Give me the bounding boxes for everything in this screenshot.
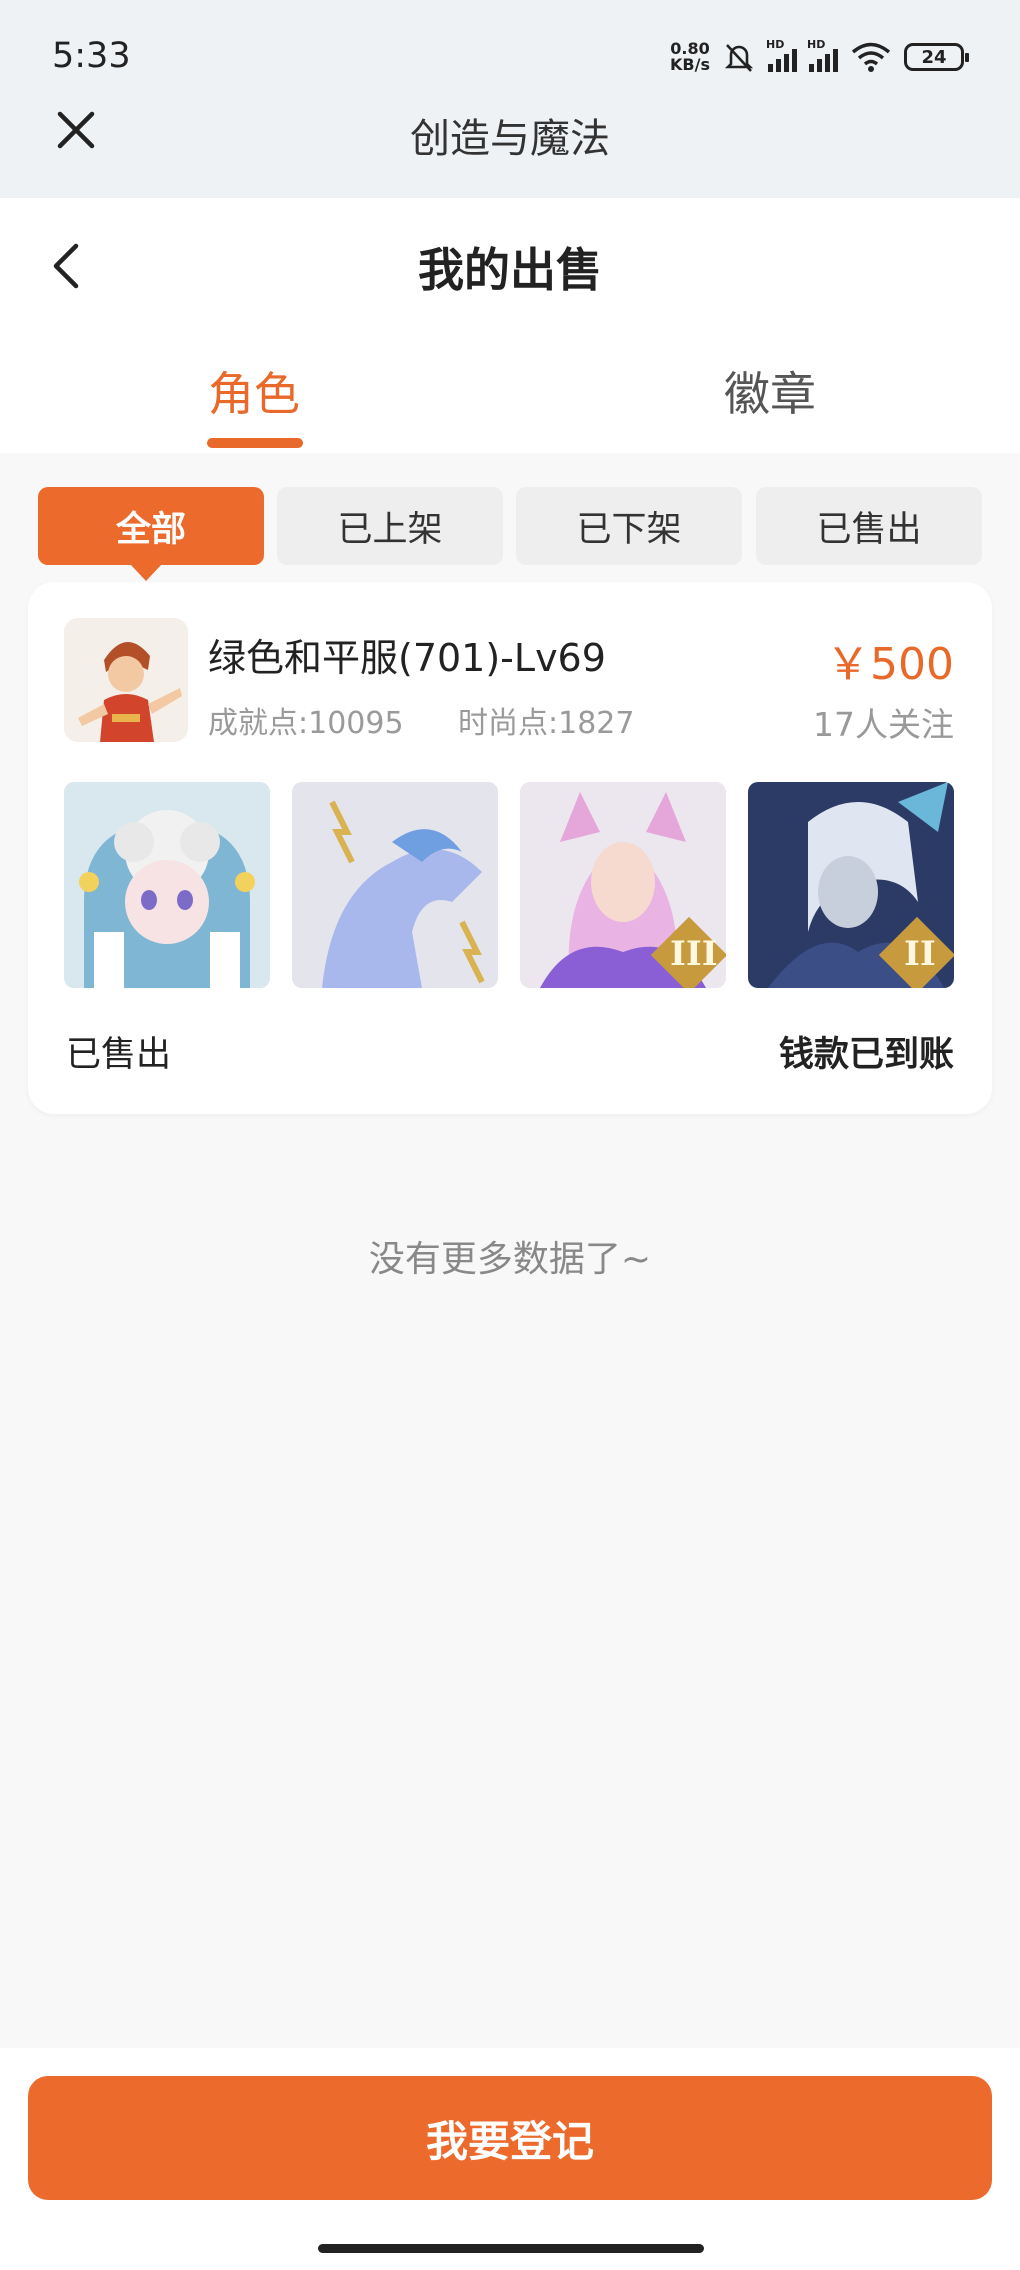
network-speed-unit: KB/s [670,55,710,74]
listing-card[interactable]: 绿色和平服(701)-Lv69 成就点:10095 时尚点:1827 ￥500 … [28,582,992,1114]
filter-sold[interactable]: 已售出 [756,487,982,565]
page-title: 我的出售 [418,243,602,297]
tab-role[interactable]: 角色 [208,358,300,424]
bottom-action-bar: 我要登记 [0,2048,1020,2270]
sim2-label: HD [807,38,826,51]
wifi-icon [851,42,891,72]
app-top-bar: 5:33 0.80 KB/s HD HD 24 创造与魔法 [0,0,1020,198]
listing-price: ￥500 [826,639,954,690]
filter-listed[interactable]: 已上架 [277,487,503,565]
sale-status: 已售出 [66,1035,172,1075]
battery-level: 24 [921,46,947,68]
tier-badge-ii: II [904,934,936,974]
cell-signal-2-icon: HD [807,38,838,72]
thumbnail-2 [292,782,498,988]
no-more-data-hint: 没有更多数据了~ [368,1239,652,1280]
filter-bar: 全部 已上架 已下架 已售出 [38,487,982,581]
follower-count: 17人关注 [813,705,954,744]
status-indicators: 0.80 KB/s HD HD 24 [670,34,969,80]
status-time: 5:33 [52,36,131,76]
bell-muted-icon [724,44,754,72]
thumbnail-4: II [748,782,954,988]
filter-unlisted[interactable]: 已下架 [516,487,742,565]
tab-badge[interactable]: 徽章 [724,358,816,424]
payment-status: 钱款已到账 [778,1035,954,1075]
tier-badge-iii: III [670,934,718,974]
battery-icon: 24 [904,43,969,71]
thumbnail-1 [64,782,270,988]
sim1-label: HD [766,38,785,51]
home-indicator[interactable] [318,2244,704,2253]
filter-all[interactable]: 全部 [38,487,264,581]
network-speed: 0.80 KB/s [670,41,710,73]
achievement-points: 成就点:10095 [208,706,404,741]
page-header: 我的出售 角色 徽章 [0,198,1020,453]
character-avatar [64,618,188,742]
item-thumbnails: III II [64,782,956,988]
active-tab-indicator [207,438,303,448]
listing-title: 绿色和平服(701)-Lv69 [208,636,606,680]
cell-signal-1-icon: HD [766,38,797,72]
thumbnail-3: III [520,782,726,988]
register-button[interactable]: 我要登记 [28,2076,992,2200]
app-title: 创造与魔法 [410,116,610,162]
fashion-points: 时尚点:1827 [458,706,635,741]
